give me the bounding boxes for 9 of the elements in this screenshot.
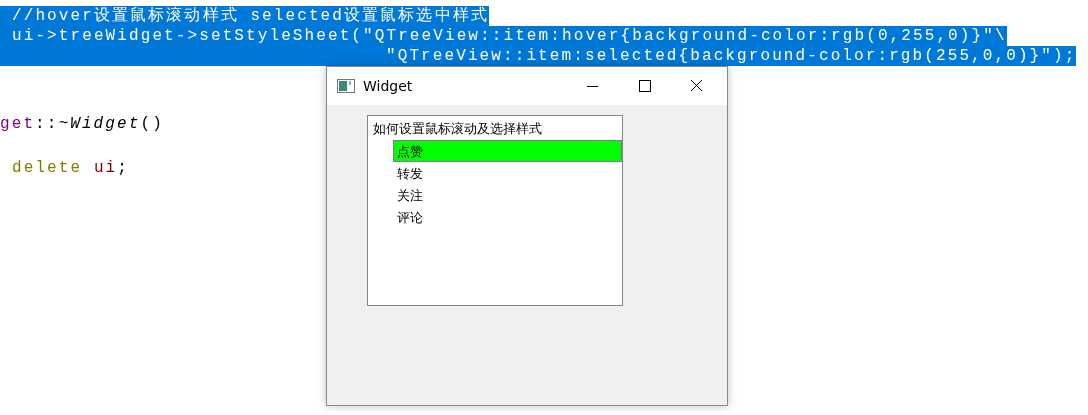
app-icon bbox=[337, 79, 355, 93]
code-line: get::~Widget() bbox=[0, 114, 164, 134]
tree-item[interactable]: 如何设置鼠标滚动及选择样式 bbox=[368, 118, 622, 140]
tree-item[interactable]: 关注 bbox=[393, 184, 622, 206]
tree-item[interactable]: 点赞 bbox=[393, 140, 622, 162]
tree-item[interactable]: 评论 bbox=[393, 206, 622, 228]
window-title: Widget bbox=[363, 78, 413, 94]
code-line: delete ui; bbox=[11, 158, 129, 178]
tree-item[interactable]: 转发 bbox=[393, 162, 622, 184]
